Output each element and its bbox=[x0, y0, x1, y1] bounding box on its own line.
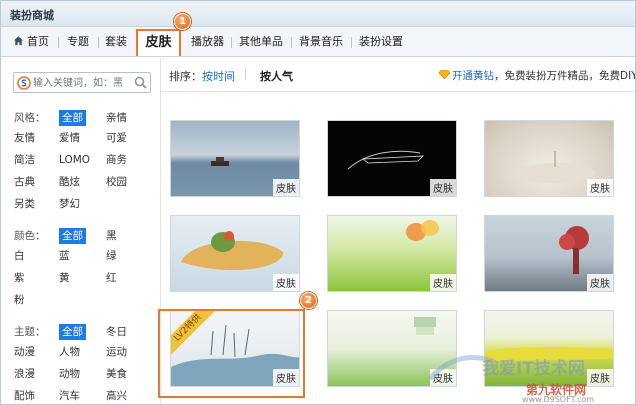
color-filter-label: 颜色： bbox=[14, 230, 46, 242]
theme-option[interactable]: 人物 bbox=[59, 344, 80, 360]
skin-caption: 皮肤 bbox=[273, 274, 299, 291]
color-option[interactable]: 黑 bbox=[106, 228, 117, 244]
color-option[interactable]: 红 bbox=[106, 270, 117, 286]
theme-filter-label: 主题： bbox=[14, 326, 46, 338]
skin-caption: 皮肤 bbox=[430, 274, 456, 291]
skin-caption: 皮肤 bbox=[430, 179, 456, 196]
theme-option[interactable]: 高兴 bbox=[106, 388, 127, 404]
sort-divider bbox=[245, 69, 246, 80]
theme-option[interactable]: 全部 bbox=[59, 324, 86, 340]
color-option[interactable]: 全部 bbox=[59, 228, 86, 244]
style-option[interactable]: 另类 bbox=[14, 196, 35, 212]
promo-text: 开通黄钻，免费装扮万件精品，免费DIY bbox=[439, 68, 636, 83]
color-option[interactable]: 黄 bbox=[59, 270, 70, 286]
theme-option[interactable]: 冬日 bbox=[106, 324, 127, 340]
skin-caption: 皮肤 bbox=[273, 179, 299, 196]
color-option[interactable]: 蓝 bbox=[59, 248, 70, 264]
style-option[interactable]: 酷炫 bbox=[59, 174, 80, 190]
nav-other-items[interactable]: 其他单品 bbox=[239, 27, 283, 56]
style-option[interactable]: 爱情 bbox=[59, 130, 80, 146]
sort-by-time-link[interactable]: 按时间 bbox=[202, 68, 235, 84]
color-option[interactable]: 紫 bbox=[14, 270, 25, 286]
theme-option[interactable]: 浪漫 bbox=[14, 366, 35, 382]
step-badge-2: 2 bbox=[300, 292, 317, 309]
theme-option[interactable]: 运动 bbox=[106, 344, 127, 360]
promo-message: ，免费装扮万件精品，免费DIY bbox=[494, 70, 636, 82]
watermark-title: 我爱IT技术网 bbox=[482, 359, 585, 379]
skin-caption: 皮肤 bbox=[587, 179, 613, 196]
window-title: 装扮商城 bbox=[10, 9, 54, 22]
color-option[interactable]: 绿 bbox=[106, 248, 117, 264]
nav-bgm[interactable]: 背景音乐 bbox=[299, 27, 343, 56]
nav-divider bbox=[58, 37, 59, 48]
style-option[interactable]: 商务 bbox=[106, 152, 127, 168]
home-icon bbox=[13, 36, 24, 46]
selected-skin-highlight bbox=[158, 309, 305, 398]
skin-thumbnail-4[interactable]: 皮肤 bbox=[170, 215, 300, 292]
nav-divider bbox=[291, 37, 292, 48]
style-option[interactable]: LOMO bbox=[59, 152, 90, 168]
yellow-diamond-icon bbox=[439, 70, 450, 79]
sort-label: 排序： bbox=[169, 70, 202, 83]
skin-caption: 皮肤 bbox=[587, 274, 613, 291]
search-icon[interactable] bbox=[134, 76, 147, 89]
style-option[interactable]: 校园 bbox=[106, 174, 127, 190]
sort-by-popularity-link[interactable]: 按人气 bbox=[260, 68, 293, 84]
watermark: 我爱IT技术网 第九软件网 www.D9SOFT.com bbox=[426, 351, 635, 404]
nav-player[interactable]: 播放器 bbox=[191, 27, 224, 56]
nav-divider bbox=[98, 37, 99, 48]
title-bar: 装扮商城 bbox=[1, 1, 635, 27]
nav-divider bbox=[231, 37, 232, 48]
theme-option[interactable]: 美食 bbox=[106, 366, 127, 382]
sogou-icon bbox=[17, 76, 31, 90]
theme-option[interactable]: 动物 bbox=[59, 366, 80, 382]
skin-thumbnail-2[interactable]: 皮肤 bbox=[327, 120, 457, 197]
theme-option[interactable]: 配饰 bbox=[14, 388, 35, 404]
theme-option[interactable]: 汽车 bbox=[59, 388, 80, 404]
open-yellow-diamond-link[interactable]: 开通黄钻 bbox=[452, 70, 494, 82]
skin-thumbnail-5[interactable]: 皮肤 bbox=[327, 215, 457, 292]
nav-home-label: 首页 bbox=[27, 35, 49, 48]
nav-skin-tab[interactable]: 皮肤 bbox=[136, 29, 181, 56]
step-badge-1: 1 bbox=[174, 13, 191, 30]
style-option[interactable]: 古典 bbox=[14, 174, 35, 190]
style-option[interactable]: 梦幻 bbox=[59, 196, 80, 212]
nav-settings[interactable]: 装扮设置 bbox=[359, 27, 403, 56]
style-option[interactable]: 全部 bbox=[59, 110, 86, 126]
color-option[interactable]: 白 bbox=[14, 248, 25, 264]
color-option[interactable]: 粉 bbox=[14, 292, 25, 308]
theme-option[interactable]: 动漫 bbox=[14, 344, 35, 360]
nav-topic[interactable]: 专题 bbox=[67, 27, 89, 56]
skin-thumbnail-3[interactable]: 皮肤 bbox=[484, 120, 614, 197]
nav-bar: 首页 专题 套装 皮肤 播放器 其他单品 背景音乐 装扮设置 bbox=[1, 27, 635, 57]
style-filter-label: 风格： bbox=[14, 112, 46, 124]
nav-divider bbox=[351, 37, 352, 48]
style-option[interactable]: 可爱 bbox=[106, 130, 127, 146]
nav-home[interactable]: 首页 bbox=[13, 27, 49, 56]
style-option[interactable]: 友情 bbox=[14, 130, 35, 146]
search-input[interactable] bbox=[33, 75, 129, 91]
skin-mall-window: 装扮商城 首页 专题 套装 皮肤 播放器 其他单品 背景音乐 装扮设置 1 风格… bbox=[0, 0, 636, 405]
watermark-url: www.D9SOFT.com bbox=[522, 395, 595, 404]
search-box[interactable] bbox=[13, 72, 151, 93]
skin-thumbnail-6[interactable]: 皮肤 bbox=[484, 215, 614, 292]
style-option[interactable]: 简洁 bbox=[14, 152, 35, 168]
nav-suit[interactable]: 套装 bbox=[105, 27, 127, 56]
filter-sidebar: 风格： 全部 亲情 友情 爱情 可爱 简洁 LOMO 商务 古典 酷炫 校园 另… bbox=[1, 58, 161, 404]
sort-bar: 排序： 按时间 按人气 开通黄钻，免费装扮万件精品，免费DIY bbox=[161, 58, 635, 92]
skin-thumbnail-1[interactable]: 皮肤 bbox=[170, 120, 300, 197]
style-option[interactable]: 亲情 bbox=[106, 110, 127, 126]
